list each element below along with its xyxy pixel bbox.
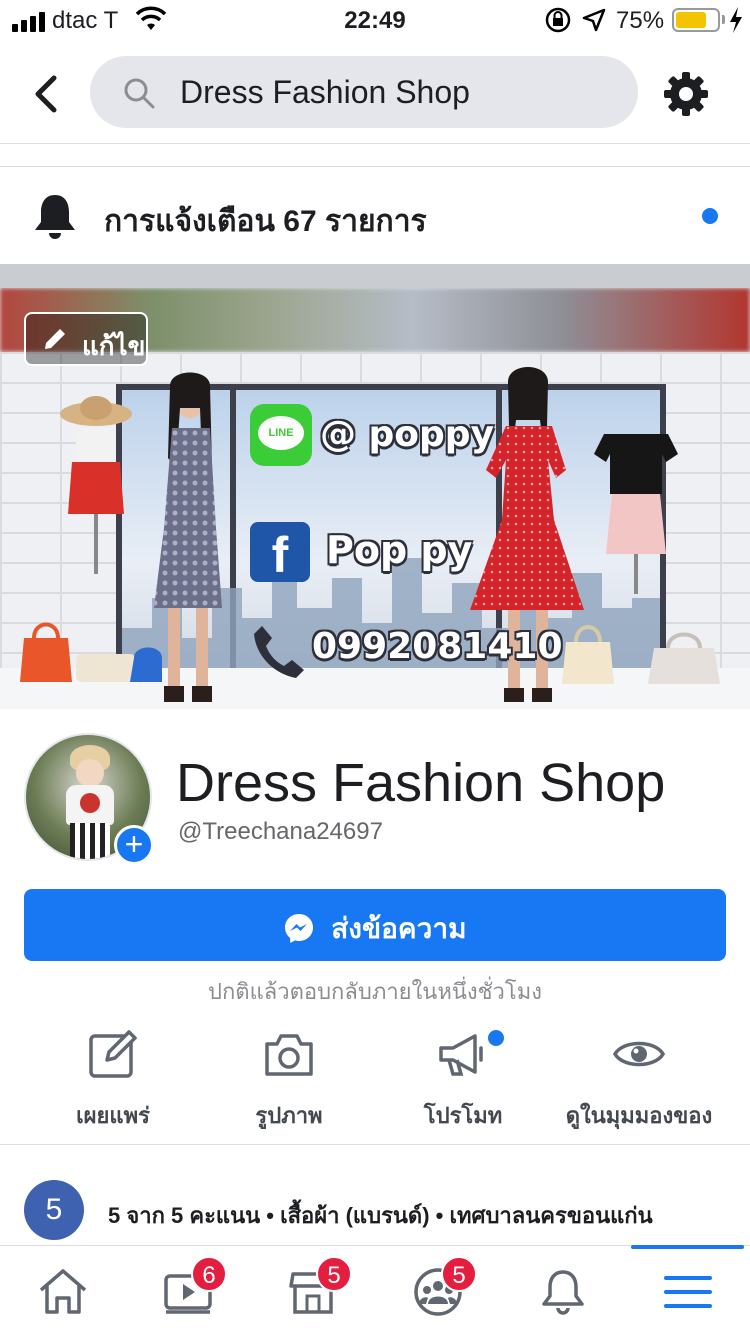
search-header xyxy=(0,40,750,144)
notifications-row[interactable]: การแจ้งเตือน 67 รายการ xyxy=(0,168,750,264)
search-input[interactable] xyxy=(180,66,620,118)
search-icon xyxy=(124,78,155,109)
promote-notification-dot xyxy=(486,1028,506,1048)
line-id: @ poppy xyxy=(320,414,495,455)
send-message-button[interactable]: ส่งข้อความ xyxy=(24,889,726,961)
charging-icon xyxy=(730,7,742,33)
page-title: Dress Fashion Shop xyxy=(176,753,666,813)
unread-dot xyxy=(702,208,718,224)
groups-badge: 5 xyxy=(441,1256,477,1292)
rotation-lock-icon xyxy=(545,7,571,33)
rating-score-badge: 5 xyxy=(24,1180,84,1240)
pencil-icon xyxy=(45,329,65,349)
action-view-as[interactable]: ดูในมุมมองของ xyxy=(554,1024,724,1144)
response-time-note: ปกติแล้วตอบกลับภายในหนึ่งชั่วโมง xyxy=(208,979,542,1004)
megaphone-icon xyxy=(439,1034,483,1076)
location-icon xyxy=(582,8,606,32)
facebook-icon: f xyxy=(250,522,310,583)
tab-menu[interactable] xyxy=(625,1245,750,1334)
handbags-right xyxy=(562,625,720,684)
bottom-tab-bar: 6 5 5 xyxy=(0,1245,750,1334)
back-arrow-icon[interactable] xyxy=(30,72,66,116)
bell-icon xyxy=(35,195,75,239)
bell-outline-icon xyxy=(542,1270,584,1315)
action-view-as-label: ดูในมุมมองของ xyxy=(565,1103,713,1128)
action-photos[interactable]: รูปภาพ xyxy=(204,1024,374,1144)
tab-groups[interactable]: 5 xyxy=(375,1246,500,1334)
battery-tip xyxy=(722,15,725,24)
tab-home[interactable] xyxy=(0,1246,125,1334)
battery-percent: 75% xyxy=(616,7,665,34)
add-profile-photo-button[interactable]: + xyxy=(114,825,154,865)
battery-icon xyxy=(672,8,720,32)
active-tab-indicator xyxy=(631,1245,744,1249)
gear-icon[interactable] xyxy=(662,70,710,118)
edit-cover-label: แก้ไข xyxy=(82,331,146,361)
page-actions: เผยแพร่ รูปภาพ โปรโมท ดูในมุมมองของ xyxy=(0,1024,750,1144)
send-message-label: ส่งข้อความ xyxy=(331,913,467,944)
page-handle: @Treechana24697 xyxy=(178,818,383,845)
cover-photo[interactable]: LINE @ poppy f Pop py 0992081410 แก้ไข xyxy=(0,288,750,709)
rating-row[interactable]: 5 5 จาก 5 คะแนน • เสื้อผ้า (แบรนด์) • เท… xyxy=(0,1180,750,1240)
search-bar[interactable] xyxy=(90,56,638,128)
phone-number: 0992081410 xyxy=(312,626,563,667)
tab-marketplace[interactable]: 5 xyxy=(250,1246,375,1334)
battery-level xyxy=(676,12,706,28)
notifications-label: การแจ้งเตือน 67 รายการ xyxy=(104,205,427,238)
hamburger-menu-icon xyxy=(664,1276,712,1308)
action-publish[interactable]: เผยแพร่ xyxy=(28,1024,198,1144)
avatar-pants xyxy=(70,823,110,859)
plus-icon: + xyxy=(124,826,144,862)
handbags-left xyxy=(20,622,162,682)
avatar-shirt-print xyxy=(80,793,100,813)
divider xyxy=(0,145,750,167)
line-app-icon: LINE xyxy=(250,404,312,466)
tab-watch[interactable]: 6 xyxy=(125,1246,250,1334)
phone-icon xyxy=(254,626,304,678)
watch-badge: 6 xyxy=(191,1256,227,1292)
avatar-face xyxy=(76,759,104,787)
messenger-icon xyxy=(285,914,314,943)
tab-notifications[interactable] xyxy=(500,1246,625,1334)
camera-icon xyxy=(265,1034,313,1076)
section-separator xyxy=(0,264,750,288)
action-promote[interactable]: โปรโมท xyxy=(378,1024,548,1144)
status-bar: dtac T 22:49 75% xyxy=(0,0,750,40)
facebook-page-screen: dtac T 22:49 75% Dress Fashion Shop การแ… xyxy=(0,0,750,1334)
eye-icon xyxy=(612,1041,666,1067)
rating-summary: 5 จาก 5 คะแนน • เสื้อผ้า (แบรนด์) • เทศบ… xyxy=(108,1203,653,1228)
marketplace-badge: 5 xyxy=(316,1256,352,1292)
divider xyxy=(0,1144,750,1145)
edit-cover-button[interactable]: แก้ไข xyxy=(24,312,148,366)
mannequin-right xyxy=(594,434,678,594)
facebook-name: Pop py xyxy=(326,528,473,572)
home-icon xyxy=(39,1269,87,1314)
compose-icon xyxy=(89,1030,137,1078)
